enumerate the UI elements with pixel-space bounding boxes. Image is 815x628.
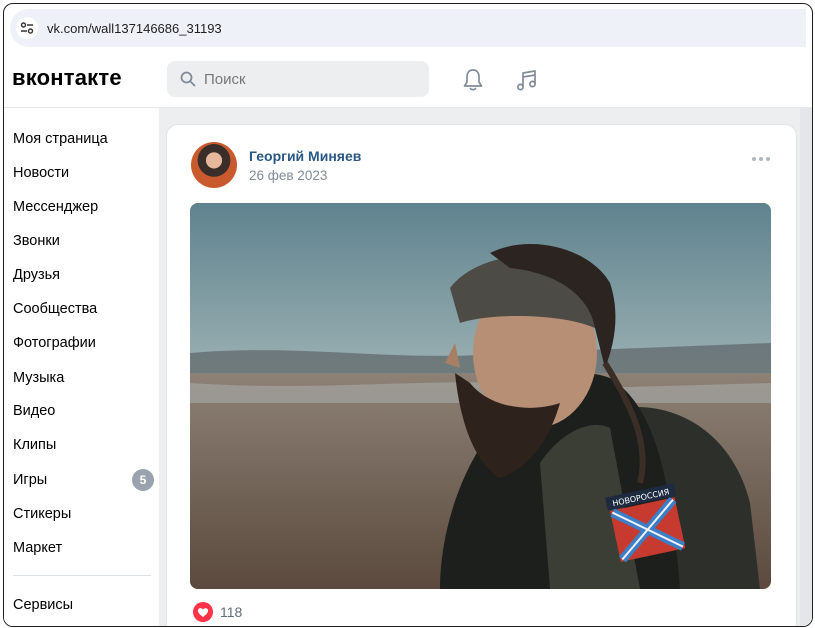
music-icon[interactable] bbox=[514, 67, 540, 93]
post-photo[interactable]: НОВОРОССИЯ bbox=[190, 203, 771, 589]
page-body: Моя страница Новости Мессенджер Звонки Д… bbox=[4, 108, 812, 626]
sidebar-item-news[interactable]: Новости bbox=[13, 162, 69, 184]
sidebar-item-calls[interactable]: Звонки bbox=[13, 230, 60, 252]
post-date[interactable]: 26 фев 2023 bbox=[249, 168, 327, 183]
sidebar-item-my-page[interactable]: Моя страница bbox=[13, 128, 108, 150]
scrollbar[interactable] bbox=[800, 108, 812, 626]
browser-window: vk.com/wall137146686_31193 вконтакте Пои… bbox=[3, 3, 813, 627]
search-input[interactable]: Поиск bbox=[167, 61, 429, 97]
sidebar-item-friends[interactable]: Друзья bbox=[13, 264, 60, 286]
games-count-badge: 5 bbox=[132, 469, 154, 491]
search-placeholder: Поиск bbox=[204, 70, 246, 88]
more-options-icon[interactable] bbox=[752, 157, 770, 161]
vk-logo[interactable]: вконтакте bbox=[12, 65, 122, 91]
photo-illustration: НОВОРОССИЯ bbox=[190, 203, 771, 589]
sidebar-item-stickers[interactable]: Стикеры bbox=[13, 503, 71, 525]
site-settings-icon[interactable] bbox=[16, 17, 38, 39]
heart-icon bbox=[193, 602, 213, 622]
sidebar-divider bbox=[13, 575, 151, 576]
url-text[interactable]: vk.com/wall137146686_31193 bbox=[47, 21, 222, 36]
vk-header: вконтакте Поиск bbox=[4, 52, 812, 108]
sidebar-item-music[interactable]: Музыка bbox=[13, 367, 64, 389]
sidebar-item-messenger[interactable]: Мессенджер bbox=[13, 196, 98, 218]
like-button[interactable]: 118 bbox=[193, 602, 242, 622]
search-icon bbox=[180, 71, 196, 87]
sidebar-item-games[interactable]: Игры bbox=[13, 469, 47, 491]
sidebar-item-photos[interactable]: Фотографии bbox=[13, 332, 96, 354]
post-author[interactable]: Георгий Миняев bbox=[249, 148, 361, 164]
address-bar[interactable]: vk.com/wall137146686_31193 bbox=[10, 9, 806, 47]
bell-icon[interactable] bbox=[460, 67, 486, 93]
sidebar-item-clips[interactable]: Клипы bbox=[13, 434, 56, 456]
sidebar-item-market[interactable]: Маркет bbox=[13, 537, 62, 559]
like-count: 118 bbox=[220, 604, 243, 620]
sidebar-item-services[interactable]: Сервисы bbox=[13, 594, 73, 616]
post-card: Георгий Миняев 26 фев 2023 НОВОРОССИЯ 11… bbox=[166, 124, 797, 626]
sidebar-item-communities[interactable]: Сообщества bbox=[13, 298, 97, 320]
sidebar-item-video[interactable]: Видео bbox=[13, 400, 55, 422]
author-avatar[interactable] bbox=[191, 142, 237, 188]
left-sidebar: Моя страница Новости Мессенджер Звонки Д… bbox=[4, 108, 159, 626]
